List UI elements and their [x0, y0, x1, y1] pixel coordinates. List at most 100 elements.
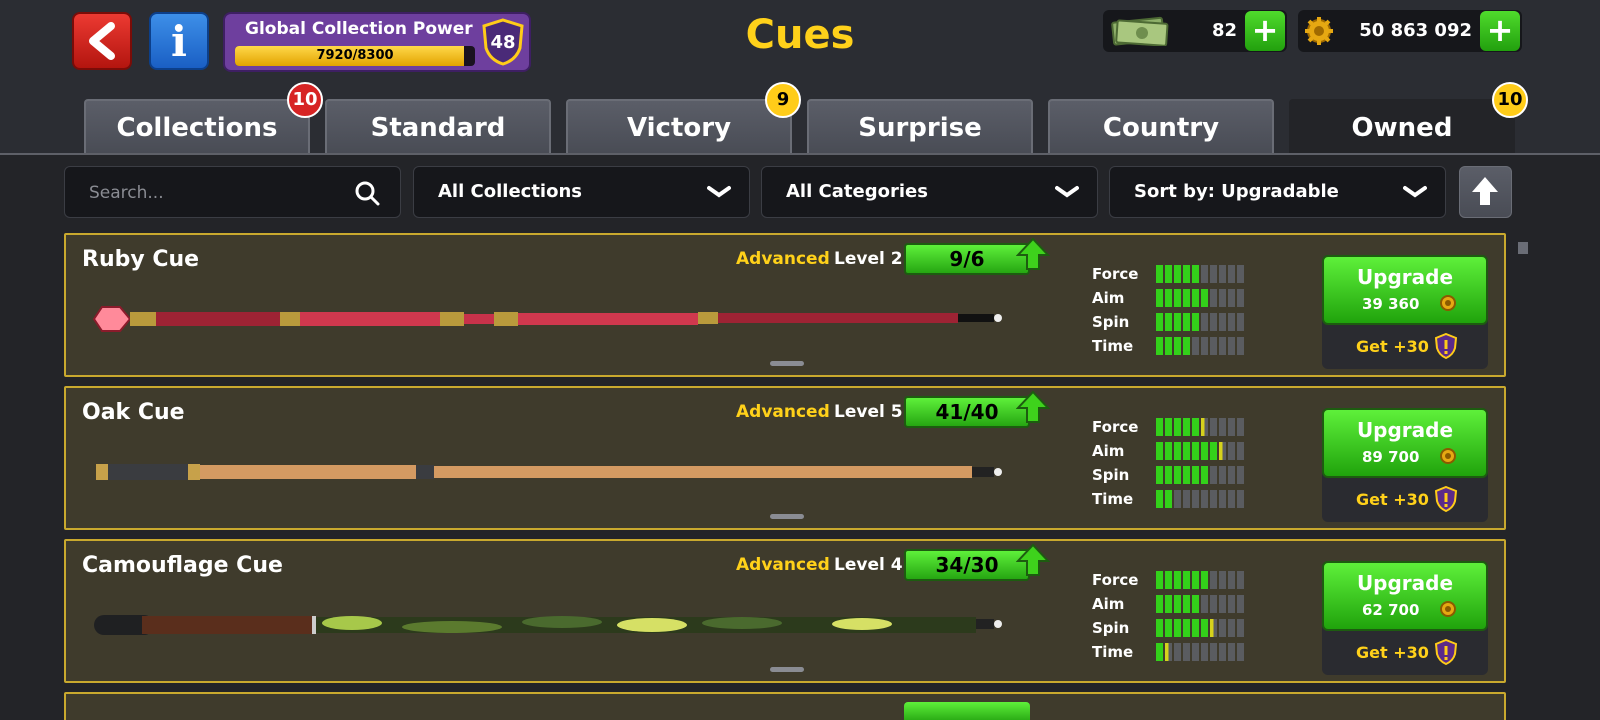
coin-icon [1440, 601, 1456, 617]
stat-segment [1183, 595, 1190, 613]
get-bonus-label[interactable]: Get +30 [1356, 337, 1429, 356]
stat-segment [1210, 595, 1217, 613]
tab-victory[interactable]: Victory [566, 99, 792, 153]
stat-label: Aim [1092, 595, 1125, 613]
stat-segment [1237, 442, 1244, 460]
collection-dropdown-value: All Collections [438, 181, 582, 202]
upgrade-button[interactable]: Upgrade 39 360 [1322, 255, 1488, 325]
stat-bar [1156, 619, 1244, 637]
stat-segment [1174, 418, 1181, 436]
collection-dropdown[interactable]: All Collections [413, 166, 750, 218]
stat-segment [1192, 289, 1199, 307]
cue-name: Oak Cue [82, 400, 185, 425]
sort-dropdown-value: Sort by: Upgradable [1134, 181, 1339, 202]
search-input[interactable]: Search... [64, 166, 401, 218]
sort-direction-button[interactable] [1459, 166, 1512, 218]
stat-segment [1165, 490, 1172, 508]
stat-segment [1156, 337, 1163, 355]
back-button[interactable] [72, 12, 132, 70]
stat-segment [1228, 313, 1235, 331]
stat-bar [1156, 643, 1244, 661]
scrollbar[interactable] [1518, 242, 1528, 254]
collections-badge: 10 [287, 82, 323, 118]
stat-segment [1192, 466, 1199, 484]
stat-segment [1210, 619, 1217, 637]
stat-segment [1219, 313, 1226, 331]
page-title: Cues [745, 12, 855, 58]
tab-standard[interactable]: Standard [325, 99, 551, 153]
stat-bar [1156, 595, 1244, 613]
stat-segment [1156, 466, 1163, 484]
cue-level: Level 2 [834, 249, 903, 269]
stat-segment [1228, 619, 1235, 637]
stat-segment [1210, 418, 1217, 436]
tab-label: Standard [370, 113, 506, 143]
cue-tier: Advanced [736, 555, 830, 575]
stat-segment [1183, 619, 1190, 637]
stat-segment [1165, 313, 1172, 331]
chevron-down-icon [1403, 186, 1427, 198]
sort-dropdown[interactable]: Sort by: Upgradable [1109, 166, 1446, 218]
stat-bar [1156, 490, 1244, 508]
stat-segment [1237, 418, 1244, 436]
cue-card-next[interactable] [64, 692, 1506, 720]
stat-segment [1174, 619, 1181, 637]
stat-label: Spin [1092, 313, 1130, 331]
cue-card-camouflage[interactable]: Camouflage Cue Advanced Level 4 34/30 Fo… [64, 539, 1506, 683]
stat-segment [1156, 490, 1163, 508]
tab-owned[interactable]: Owned [1289, 99, 1515, 153]
stat-label: Force [1092, 418, 1139, 436]
stat-label: Aim [1092, 442, 1125, 460]
stat-spin: Spin [1092, 311, 1252, 335]
stat-segment [1228, 418, 1235, 436]
tab-bar: Collections Standard Victory Surprise Co… [84, 82, 1528, 154]
plus-icon: + [1251, 11, 1279, 49]
cue-card-oak[interactable]: Oak Cue Advanced Level 5 41/40 Force Aim… [64, 386, 1506, 530]
stat-segment [1201, 265, 1208, 283]
stat-force: Force [1092, 416, 1252, 440]
get-bonus-label[interactable]: Get +30 [1356, 643, 1429, 662]
stat-segment [1156, 418, 1163, 436]
chevron-down-icon [707, 186, 731, 198]
stat-segment [1183, 643, 1190, 661]
upgrade-button[interactable]: Upgrade 89 700 [1322, 408, 1488, 478]
global-collection-power[interactable]: Global Collection Power 7920/8300 48 [223, 12, 531, 72]
stat-segment [1210, 265, 1217, 283]
stat-segment [1165, 619, 1172, 637]
stat-segment [1192, 643, 1199, 661]
upgrade-button[interactable]: Upgrade 62 700 [1322, 561, 1488, 631]
stat-segment [1237, 571, 1244, 589]
tab-collections[interactable]: Collections [84, 99, 310, 153]
add-coins-button[interactable]: + [1480, 11, 1520, 51]
info-button[interactable]: i [149, 12, 209, 70]
tab-surprise[interactable]: Surprise [807, 99, 1033, 153]
category-dropdown[interactable]: All Categories [761, 166, 1098, 218]
upgrade-price: 89 700 [1362, 448, 1420, 466]
stat-segment [1192, 337, 1199, 355]
stat-segment [1156, 595, 1163, 613]
add-cash-button[interactable]: + [1245, 11, 1285, 51]
stat-segment [1219, 619, 1226, 637]
cue-name: Camouflage Cue [82, 553, 283, 578]
stat-force: Force [1092, 263, 1252, 287]
coin-icon [1440, 448, 1456, 464]
expand-handle[interactable] [770, 514, 804, 519]
stat-segment [1192, 571, 1199, 589]
cue-card-ruby[interactable]: Ruby Cue Advanced Level 2 9/6 Force Aim … [64, 233, 1506, 377]
stat-segment [1210, 490, 1217, 508]
expand-handle[interactable] [770, 361, 804, 366]
stat-spin: Spin [1092, 617, 1252, 641]
expand-handle[interactable] [770, 667, 804, 672]
stat-segment [1192, 490, 1199, 508]
stat-segment [1219, 595, 1226, 613]
stat-segment [1165, 571, 1172, 589]
upgrade-panel: Upgrade 62 700 Get +30 [1322, 561, 1488, 675]
get-bonus-label[interactable]: Get +30 [1356, 490, 1429, 509]
tab-country[interactable]: Country [1048, 99, 1274, 153]
coin-icon [1305, 17, 1333, 45]
stat-segment [1201, 418, 1208, 436]
stat-segment [1201, 490, 1208, 508]
coin-amount: 50 863 092 [1359, 20, 1472, 41]
stat-segment [1228, 643, 1235, 661]
stat-segment [1183, 442, 1190, 460]
